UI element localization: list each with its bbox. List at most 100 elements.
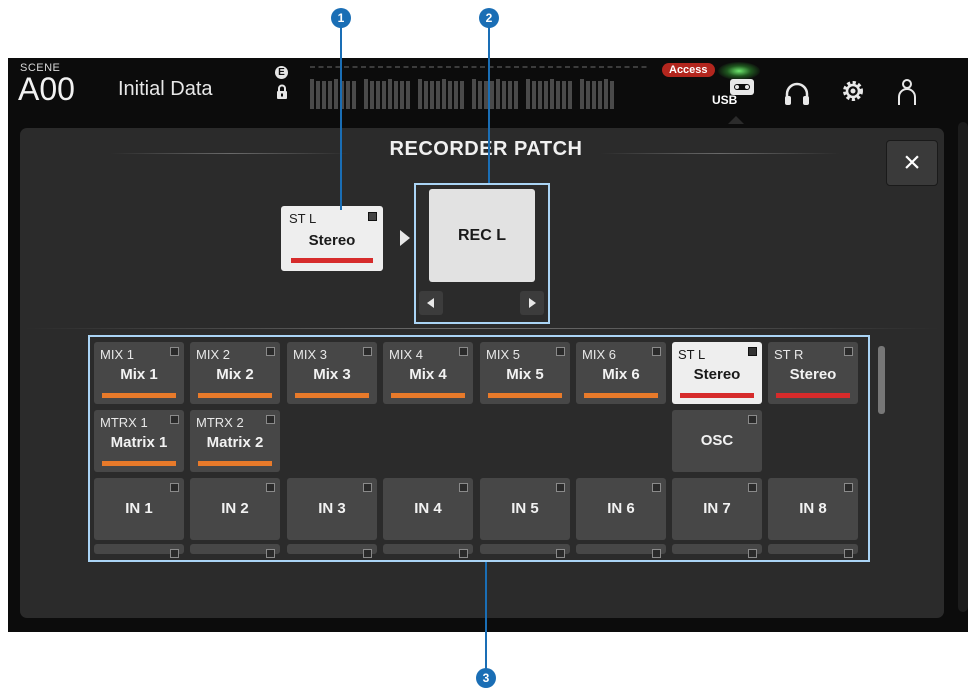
meter-tick <box>607 66 613 68</box>
meter-segment <box>472 79 476 109</box>
meter-segment <box>460 81 464 109</box>
meter-tick <box>616 66 621 68</box>
meter-segment <box>586 81 590 109</box>
meter-tick <box>599 66 604 68</box>
meter-tick <box>556 66 562 68</box>
gear-icon[interactable] <box>840 78 866 109</box>
triangle-left-icon <box>427 298 434 308</box>
meter-tick <box>582 66 587 68</box>
patch-arrow-icon <box>400 230 410 246</box>
meter-tick <box>446 66 451 68</box>
source-indicator-icon <box>368 212 377 221</box>
meter-segment <box>334 79 338 109</box>
source-name: ST L <box>289 211 317 226</box>
meter-segment <box>364 79 368 109</box>
meter-segment <box>454 81 458 109</box>
destination-next-button[interactable] <box>520 291 544 315</box>
section-divider <box>24 328 940 329</box>
source-tile: ST L Stereo <box>281 206 383 271</box>
e-badge-icon: E <box>275 66 288 79</box>
meter-tick <box>497 66 502 68</box>
meter-segment <box>376 81 380 109</box>
meter-segment <box>580 79 584 109</box>
source-label: Stereo <box>308 232 356 249</box>
meter-segment <box>496 79 500 109</box>
meter-tick <box>437 66 443 68</box>
user-icon[interactable] <box>896 78 918 111</box>
meter-tick <box>395 66 400 68</box>
meter-segment <box>322 81 326 109</box>
meter-tick <box>310 66 315 68</box>
meter-tick <box>386 66 392 68</box>
triangle-right-icon <box>529 298 536 308</box>
meter-tick <box>624 66 630 68</box>
meter-segment <box>610 81 614 109</box>
callout-1: 1 <box>331 8 351 28</box>
meter-segment <box>316 81 320 109</box>
meter-tick <box>522 66 528 68</box>
meter-segment <box>436 81 440 109</box>
meter-segment <box>382 81 386 109</box>
meter-tick <box>454 66 460 68</box>
meter-segment <box>328 81 332 109</box>
meter-tick <box>531 66 536 68</box>
meter-tick <box>327 66 332 68</box>
meter-segment <box>604 79 608 109</box>
callout-2-line <box>488 26 490 183</box>
meter-segment <box>490 81 494 109</box>
meter-tick <box>505 66 511 68</box>
callout-3-line <box>485 562 487 670</box>
meter-segment <box>400 81 404 109</box>
meter-tick <box>548 66 553 68</box>
usb-tab-pointer <box>728 116 744 124</box>
meter-segment <box>478 81 482 109</box>
meter-tick <box>480 66 485 68</box>
close-button[interactable]: × <box>886 140 938 186</box>
meter-segment <box>526 79 530 109</box>
scene-number[interactable]: A00 <box>18 72 75 106</box>
meter-tick <box>463 66 468 68</box>
meter-tick <box>361 66 366 68</box>
scene-title[interactable]: Initial Data <box>118 78 213 101</box>
meter-segment <box>388 79 392 109</box>
meter-segment <box>550 79 554 109</box>
meter-tick <box>403 66 409 68</box>
usb-label: USB <box>712 93 738 107</box>
meter-segment <box>592 81 596 109</box>
meter-segment <box>406 81 410 109</box>
meter-segment <box>514 81 518 109</box>
meter-segment <box>544 81 548 109</box>
meter-tick <box>514 66 519 68</box>
source-color-bar <box>291 258 373 263</box>
meter-segment <box>394 81 398 109</box>
meter-tick <box>471 66 477 68</box>
meter-segment <box>562 81 566 109</box>
meter-segment <box>346 81 350 109</box>
meter-segment <box>538 81 542 109</box>
meter-segment <box>430 81 434 109</box>
destination-prev-button[interactable] <box>419 291 443 315</box>
meter-segment <box>310 79 314 109</box>
meter-tick <box>318 66 324 68</box>
meter-segment <box>424 81 428 109</box>
callout-3: 3 <box>476 668 496 688</box>
callout-2: 2 <box>479 8 499 28</box>
screen-scrollbar[interactable] <box>958 122 968 612</box>
access-badge: Access <box>662 63 715 77</box>
lock-icon[interactable] <box>276 84 288 105</box>
meter-segment <box>502 81 506 109</box>
meter-tick <box>565 66 570 68</box>
grid-scrollbar[interactable] <box>878 346 885 414</box>
meter-tick <box>352 66 358 68</box>
meter-segment <box>352 81 356 109</box>
meter-tick <box>369 66 375 68</box>
meter-segment <box>532 81 536 109</box>
meter-tick <box>573 66 579 68</box>
meter-tick <box>412 66 417 68</box>
meter-tick <box>344 66 349 68</box>
meter-segment <box>448 81 452 109</box>
destination-tile[interactable]: REC L <box>429 189 535 282</box>
level-meters <box>310 66 647 109</box>
meter-tick <box>539 66 545 68</box>
headphones-icon[interactable] <box>784 82 810 111</box>
